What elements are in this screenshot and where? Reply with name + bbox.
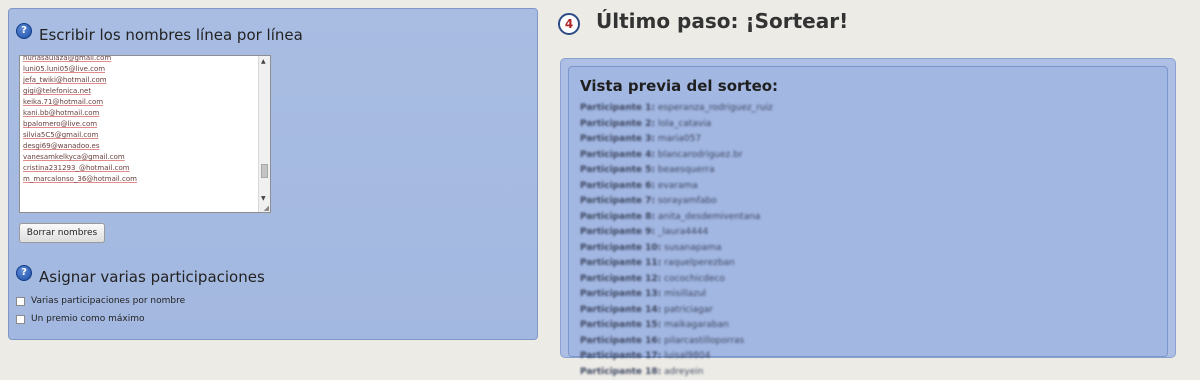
participant-row: Participante 18: adreyein	[580, 365, 773, 380]
clear-names-button[interactable]: Borrar nombres	[19, 223, 105, 243]
multiple-entries-checkbox[interactable]	[16, 297, 25, 306]
preview-title: Vista previa del sorteo:	[580, 77, 778, 95]
participant-label: Participante 9:	[580, 227, 655, 237]
participant-name: raquelperezban	[664, 258, 735, 268]
participant-label: Participante 8:	[580, 212, 655, 222]
participant-row: Participante 17: luisal9804	[580, 349, 773, 365]
participant-label: Participante 3:	[580, 134, 655, 144]
step-title: Último paso: ¡Sortear!	[596, 9, 848, 33]
participant-name: pilarcastilloporras	[664, 336, 744, 346]
names-list: nuriasaulaza@gmail.comluni05.luni05@live…	[23, 55, 256, 185]
participant-name: blancarodriguez.br	[658, 150, 743, 160]
participant-name: sorayamfabo	[658, 196, 717, 206]
participant-row: Participante 9: _laura4444	[580, 225, 773, 241]
participant-row: Participante 10: susanapama	[580, 241, 773, 257]
participant-name: patriciagar	[664, 305, 713, 315]
participant-label: Participante 11:	[580, 258, 661, 268]
participant-label: Participante 16:	[580, 336, 661, 346]
name-line: kani.bb@hotmail.com	[23, 108, 256, 119]
participant-row: Participante 7: sorayamfabo	[580, 194, 773, 210]
name-line: nuriasaulaza@gmail.com	[23, 55, 256, 64]
name-line: vanesamkelkyca@gmail.com	[23, 152, 256, 163]
participant-label: Participante 4:	[580, 150, 655, 160]
participant-row: Participante 4: blancarodriguez.br	[580, 148, 773, 164]
scrollbar-thumb[interactable]	[261, 164, 268, 178]
name-line: desgi69@wanadoo.es	[23, 141, 256, 152]
name-line: keika.71@hotmail.com	[23, 97, 256, 108]
participant-name: luisal9804	[664, 351, 710, 361]
participant-label: Participante 18:	[580, 367, 661, 377]
textarea-scrollbar[interactable]: ▲ ▼	[258, 56, 270, 212]
multiple-entries-option[interactable]: Varias participaciones por nombre	[16, 295, 185, 307]
participant-label: Participante 14:	[580, 305, 661, 315]
participant-name: maikagaraban	[664, 320, 729, 330]
name-line: jefa_twiki@hotmail.com	[23, 75, 256, 86]
participant-name: evarama	[658, 181, 698, 191]
participant-name: misillazul	[664, 289, 706, 299]
max-one-prize-label: Un premio como máximo	[31, 314, 145, 324]
participant-label: Participante 10:	[580, 243, 661, 253]
participant-label: Participante 7:	[580, 196, 655, 206]
participations-section-label: Asignar varias participaciones	[39, 268, 265, 286]
participant-name: _laura4444	[658, 227, 708, 237]
participant-row: Participante 12: cocochicdeco	[580, 272, 773, 288]
multiple-entries-label: Varias participaciones por nombre	[31, 296, 185, 306]
help-icon[interactable]: ?	[16, 23, 32, 39]
participant-name: maria057	[658, 134, 701, 144]
participant-label: Participante 12:	[580, 274, 661, 284]
help-icon[interactable]: ?	[16, 265, 32, 281]
participant-name: adreyein	[664, 367, 703, 377]
participant-row: Participante 11: raquelperezban	[580, 256, 773, 272]
participant-row: Participante 13: misillazul	[580, 287, 773, 303]
preview-box: Vista previa del sorteo: Participante 1:…	[568, 66, 1168, 357]
names-panel: ? Escribir los nombres línea por línea n…	[8, 8, 538, 340]
preview-panel: Vista previa del sorteo: Participante 1:…	[560, 58, 1176, 358]
participant-row: Participante 16: pilarcastilloporras	[580, 334, 773, 350]
name-line: m_marcalonso_36@hotmail.com	[23, 174, 256, 185]
step-number-badge: 4	[558, 13, 580, 35]
max-one-prize-checkbox[interactable]	[16, 315, 25, 324]
scroll-up-icon[interactable]: ▲	[261, 58, 266, 65]
participant-row: Participante 14: patriciagar	[580, 303, 773, 319]
participant-label: Participante 15:	[580, 320, 661, 330]
participant-list: Participante 1: esperanza_rodriguez_ruiz…	[580, 101, 773, 380]
participant-row: Participante 8: anita_desdemiventana	[580, 210, 773, 226]
participant-row: Participante 1: esperanza_rodriguez_ruiz	[580, 101, 773, 117]
participant-row: Participante 5: beaesquerra	[580, 163, 773, 179]
names-section-label: Escribir los nombres línea por línea	[39, 26, 303, 44]
participant-name: anita_desdemiventana	[658, 212, 761, 222]
name-line: luni05.luni05@live.com	[23, 64, 256, 75]
participant-label: Participante 13:	[580, 289, 661, 299]
name-line: gigi@telefonica.net	[23, 86, 256, 97]
names-textarea[interactable]: nuriasaulaza@gmail.comluni05.luni05@live…	[19, 55, 271, 213]
participant-label: Participante 1:	[580, 103, 655, 113]
participant-label: Participante 17:	[580, 351, 661, 361]
participant-row: Participante 15: maikagaraban	[580, 318, 773, 334]
participant-row: Participante 3: maria057	[580, 132, 773, 148]
participant-label: Participante 2:	[580, 119, 655, 129]
participant-name: cocochicdeco	[664, 274, 725, 284]
name-line: bpalomero@live.com	[23, 119, 256, 130]
resize-grip-icon[interactable]: ◢	[264, 204, 269, 212]
participant-name: esperanza_rodriguez_ruiz	[658, 103, 773, 113]
participant-name: lola_catavia	[658, 119, 711, 129]
participant-label: Participante 5:	[580, 165, 655, 175]
scroll-down-icon[interactable]: ▼	[261, 195, 266, 202]
participant-row: Participante 6: evarama	[580, 179, 773, 195]
participant-name: susanapama	[664, 243, 721, 253]
max-one-prize-option[interactable]: Un premio como máximo	[16, 313, 145, 325]
participant-label: Participante 6:	[580, 181, 655, 191]
name-line: silvia5C5@gmail.com	[23, 130, 256, 141]
participant-row: Participante 2: lola_catavia	[580, 117, 773, 133]
participant-name: beaesquerra	[658, 165, 715, 175]
name-line: cristina231293_@hotmail.com	[23, 163, 256, 174]
